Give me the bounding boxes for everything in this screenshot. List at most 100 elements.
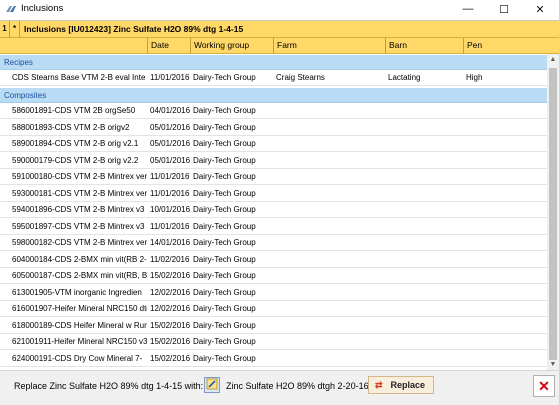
replace-bar: Replace Zinc Sulfate H2O 89% dtg 1-4-15 … (0, 370, 559, 405)
swap-arrows-icon: ⇄ (375, 379, 383, 390)
cell-name: 589001894-CDS VTM 2-B orig v2.1 (12, 139, 139, 148)
table-row[interactable]: 605000187-CDS 2-BMX min vit(RB, B 15/02/2… (0, 268, 547, 284)
column-header-working-group[interactable]: Working group (190, 38, 273, 54)
cell-name: 624000191-CDS Dry Cow Mineral 7- (12, 353, 143, 363)
table-row[interactable]: 604000184-CDS 2-BMX min vit(RB 2- 11/02/2… (0, 251, 547, 268)
cell-name: 593000181-CDS VTM 2-B Mintrex ver (12, 188, 147, 198)
column-header-barn[interactable]: Barn (385, 38, 463, 54)
cell-pen: High (466, 73, 483, 82)
select-ingredient-icon (206, 378, 218, 392)
table-row[interactable]: 589001894-CDS VTM 2-B orig v2.1 05/01/201… (0, 136, 547, 152)
cell-date: 15/02/2016 (150, 271, 190, 280)
cell-date: 11/01/2016 (150, 188, 190, 198)
replace-button[interactable]: ⇄ Replace (368, 376, 434, 394)
row-number: 1 (0, 21, 10, 38)
cell-date: 12/02/2016 (150, 304, 190, 313)
cell-working-group: Dairy-Tech Group (193, 221, 256, 231)
group-header-composites[interactable]: Composites (0, 88, 547, 103)
cell-name: 613001905-VTM inorganic Ingredien (12, 287, 142, 297)
cell-date: 05/01/2016 (150, 155, 190, 165)
cell-name: 621001911-Heifer Mineral NRC150 v3 (12, 337, 147, 346)
cell-date: 11/01/2016 (150, 221, 190, 231)
cell-working-group: Dairy-Tech Group (193, 271, 256, 280)
cell-working-group: Dairy-Tech Group (193, 155, 256, 165)
cell-barn: Lactating (388, 73, 421, 82)
table-row[interactable]: 586001891-CDS VTM 2B orgSe50 04/01/2016 Da… (0, 103, 547, 119)
selected-ingredient: Zinc Sulfate H2O 89% dtgh 2-20-16 (226, 381, 369, 391)
table-row[interactable]: 594001896-CDS VTM 2-B Mintrex v3 10/01/20… (0, 202, 547, 218)
cell-name: 588001893-CDS VTM 2-B origv2 (12, 122, 130, 132)
cell-name: 586001891-CDS VTM 2B orgSe50 (12, 106, 136, 115)
cell-date: 04/01/2016 (150, 106, 190, 115)
cell-working-group: Dairy-Tech Group (193, 353, 256, 363)
inclusions-grid: 1 * Inclusions [IU012423] Zinc Sulfate H… (0, 20, 559, 370)
window-title: Inclusions (21, 3, 64, 14)
table-row[interactable]: 616001907-Heifer Mineral NRC150 dtg 12/02… (0, 301, 547, 317)
cell-name: 591000180-CDS VTM 2-B Mintrex ver (12, 172, 147, 181)
cell-working-group: Dairy-Tech Group (193, 122, 256, 132)
cell-working-group: Dairy-Tech Group (193, 172, 256, 181)
column-header-row: Date Working group Farm Barn Pen (0, 38, 559, 54)
cell-working-group: Dairy-Tech Group (193, 337, 256, 346)
cell-working-group: Dairy-Tech Group (193, 254, 256, 264)
column-header-pen[interactable]: Pen (463, 38, 547, 54)
grid-caption: Inclusions [IU012423] Zinc Sulfate H2O 8… (24, 24, 244, 34)
cell-working-group: Dairy-Tech Group (193, 320, 256, 330)
flask-icon (5, 4, 17, 14)
table-row[interactable]: 621001911-Heifer Mineral NRC150 v3 15/02/… (0, 334, 547, 350)
table-row[interactable]: 593000181-CDS VTM 2-B Mintrex ver 11/01/2… (0, 185, 547, 202)
cell-date: 15/02/2016 (150, 320, 190, 330)
cell-working-group: Dairy-Tech Group (193, 73, 256, 82)
window-close-button[interactable]: ✕ (522, 0, 558, 18)
new-row-marker: * (10, 21, 20, 38)
table-row[interactable]: 588001893-CDS VTM 2-B origv2 05/01/2016 Da… (0, 119, 547, 136)
cell-name: 616001907-Heifer Mineral NRC150 dtg (12, 304, 147, 313)
cell-name: 604000184-CDS 2-BMX min vit(RB 2- (12, 254, 147, 264)
column-header-date[interactable]: Date (147, 38, 190, 54)
cell-date: 05/01/2016 (150, 122, 190, 132)
cell-name: 605000187-CDS 2-BMX min vit(RB, B (12, 271, 147, 280)
table-row[interactable]: 591000180-CDS VTM 2-B Mintrex ver 11/01/2… (0, 169, 547, 185)
scroll-up-icon[interactable]: ▲ (547, 54, 559, 66)
cell-working-group: Dairy-Tech Group (193, 139, 256, 148)
cell-date: 11/01/2016 (150, 172, 190, 181)
grid-caption-row: 1 * Inclusions [IU012423] Zinc Sulfate H… (0, 21, 559, 38)
cell-working-group: Dairy-Tech Group (193, 238, 256, 247)
table-row[interactable]: 624000191-CDS Dry Cow Mineral 7- 15/02/20… (0, 350, 547, 367)
cell-date: 11/01/2016 (150, 73, 190, 82)
column-header-name[interactable] (0, 38, 147, 54)
cell-working-group: Dairy-Tech Group (193, 304, 256, 313)
cell-name: 598000182-CDS VTM 2-B Mintrex ver (12, 238, 147, 247)
cell-date: 14/01/2016 (150, 238, 190, 247)
table-row[interactable]: CDS Stearns Base VTM 2-B eval Inte 11/01… (0, 70, 547, 86)
cell-working-group: Dairy-Tech Group (193, 188, 256, 198)
column-header-farm[interactable]: Farm (273, 38, 385, 54)
cell-date: 15/02/2016 (150, 353, 190, 363)
table-row[interactable]: 613001905-VTM inorganic Ingredien 12/02/2… (0, 284, 547, 301)
cell-date: 12/02/2016 (150, 287, 190, 297)
select-ingredient-button[interactable] (204, 377, 220, 393)
cell-name: 618000189-CDS Heifer Mineral w Rum (12, 320, 147, 330)
table-row[interactable]: 595001897-CDS VTM 2-B Mintrex v3 11/01/20… (0, 218, 547, 235)
scroll-down-icon[interactable]: ▼ (547, 359, 559, 370)
cell-working-group: Dairy-Tech Group (193, 106, 256, 115)
cell-name: CDS Stearns Base VTM 2-B eval Inte (12, 73, 146, 82)
scrollbar-thumb[interactable] (549, 68, 557, 360)
cell-date: 15/02/2016 (150, 337, 190, 346)
cell-date: 10/01/2016 (150, 205, 190, 214)
table-row[interactable]: 598000182-CDS VTM 2-B Mintrex ver 14/01/2… (0, 235, 547, 251)
close-icon[interactable]: ✕ (533, 375, 555, 397)
cell-date: 05/01/2016 (150, 139, 190, 148)
vertical-scrollbar[interactable]: ▲ ▼ (547, 54, 559, 370)
minimize-button[interactable]: — (450, 0, 486, 18)
table-row[interactable]: 618000189-CDS Heifer Mineral w Rum 15/02/… (0, 317, 547, 334)
cell-date: 11/02/2016 (150, 254, 190, 264)
cell-name: 590000179-CDS VTM 2-B orig v2.2 (12, 155, 139, 165)
cell-name: 594001896-CDS VTM 2-B Mintrex v3 (12, 205, 145, 214)
group-header-recipes[interactable]: Recipes (0, 55, 547, 70)
cell-working-group: Dairy-Tech Group (193, 205, 256, 214)
maximize-button[interactable]: ☐ (486, 0, 522, 18)
title-bar: Inclusions — ☐ ✕ (0, 0, 559, 18)
table-row[interactable]: 590000179-CDS VTM 2-B orig v2.2 05/01/201… (0, 152, 547, 169)
replace-label: Replace Zinc Sulfate H2O 89% dtg 1-4-15 … (14, 381, 204, 391)
